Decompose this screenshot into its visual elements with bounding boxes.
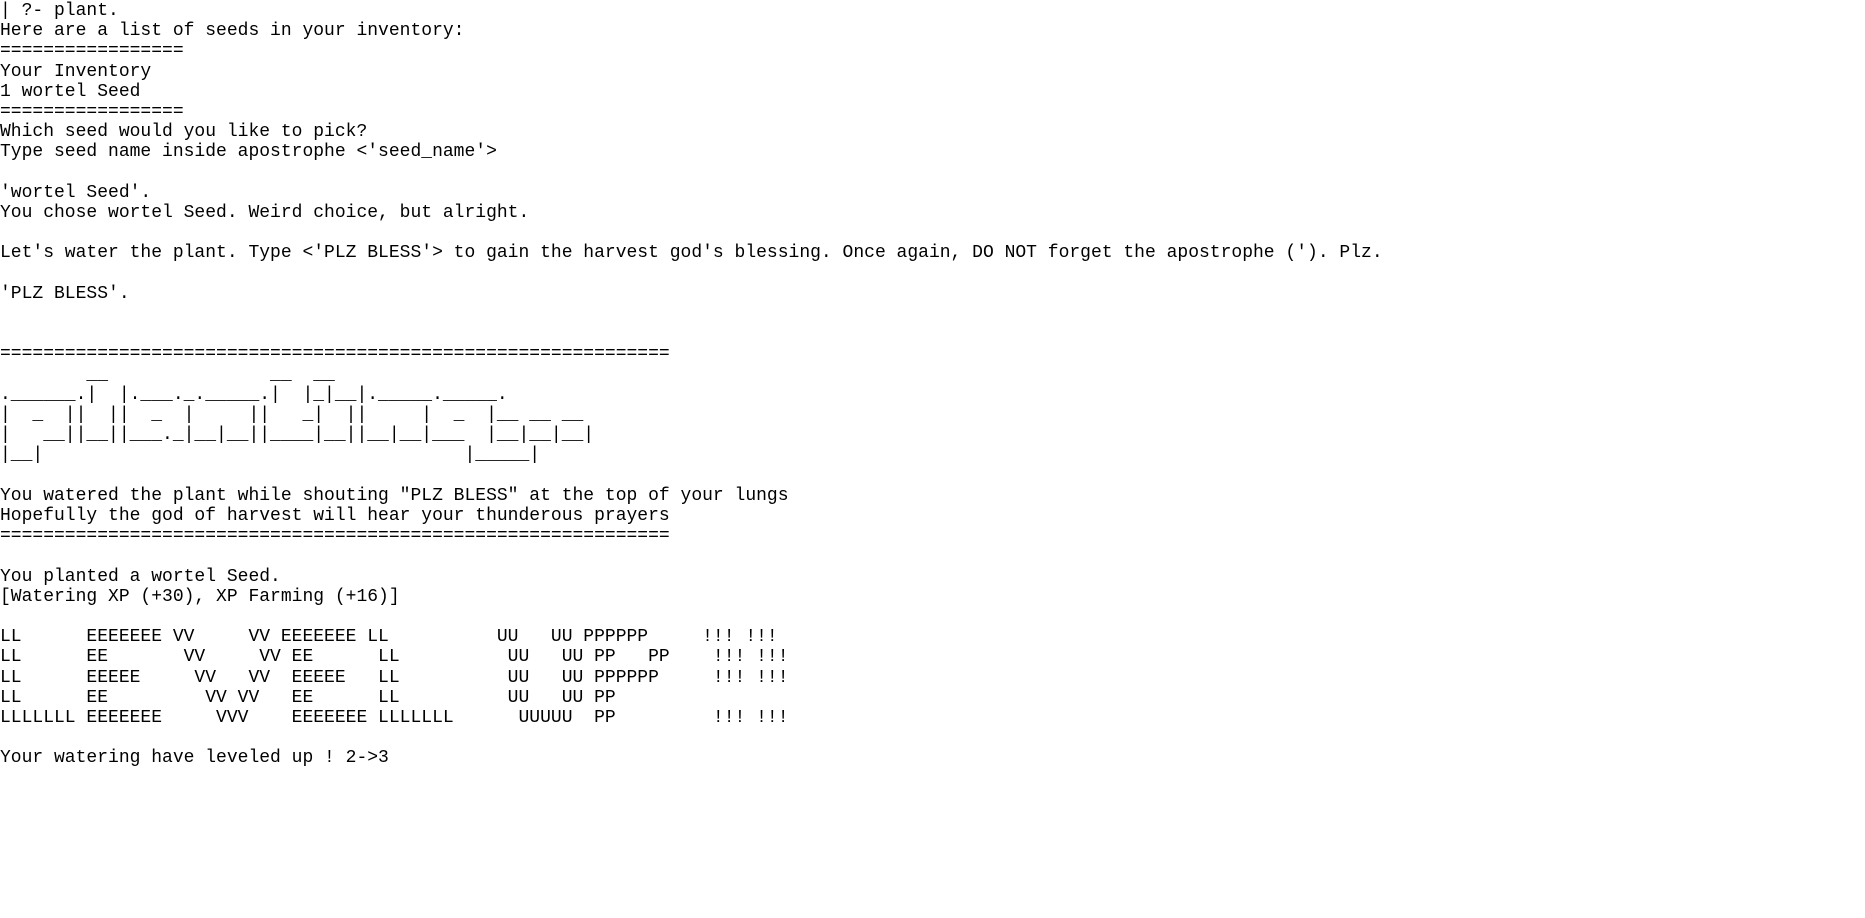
terminal-line: You chose wortel Seed. Weird choice, but… bbox=[0, 203, 530, 223]
terminal-line: [Watering XP (+30), XP Farming (+16)] bbox=[0, 586, 400, 607]
terminal-line: 'PLZ BLESS'. bbox=[0, 283, 130, 304]
terminal-line: |__| |_____| bbox=[0, 445, 541, 466]
terminal-output: | ?- plant. Here are a list of seeds in y… bbox=[0, 0, 1865, 918]
terminal-line: Let's water the plant. Type <'PLZ BLESS'… bbox=[0, 243, 1383, 264]
terminal-line: Your watering have leveled up ! 2->3 bbox=[0, 748, 389, 769]
terminal-edge bbox=[1858, 0, 1865, 918]
terminal-line: Type seed name inside apostrophe <'seed_… bbox=[0, 142, 497, 163]
terminal-line: ========================================… bbox=[0, 526, 670, 547]
terminal-line: LLLLLLL EEEEEEE VVV EEEEEEE LLLLLLL UUUU… bbox=[0, 708, 789, 728]
